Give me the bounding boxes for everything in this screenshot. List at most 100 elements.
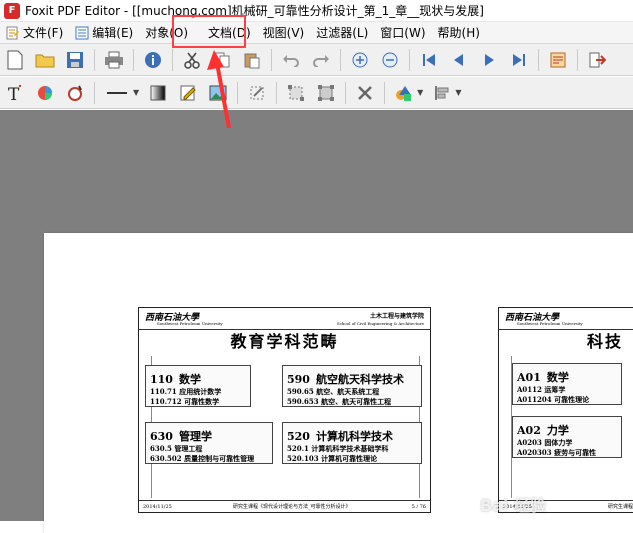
category-line: 590.65 航空、航天系统工程 xyxy=(287,387,380,396)
separator xyxy=(409,48,410,71)
category-line: 630.5 管理工程 xyxy=(150,444,203,453)
redo-icon xyxy=(313,54,329,67)
footer-text: 研究生课程 xyxy=(607,504,633,510)
window-title: Foxit PDF Editor - [[muchong.com]机械研_可靠性… xyxy=(25,4,484,18)
menu-window[interactable]: 窗口(W) xyxy=(374,23,431,43)
svg-text:T: T xyxy=(8,85,20,103)
separator xyxy=(172,48,173,71)
group-button[interactable] xyxy=(284,81,308,105)
save-button[interactable] xyxy=(63,48,87,72)
edit-object-icon xyxy=(180,85,196,100)
ungroup-icon xyxy=(318,84,335,101)
menu-help[interactable]: 帮助(H) xyxy=(432,23,486,43)
line-icon xyxy=(107,91,127,94)
separator xyxy=(577,48,578,71)
category-line: A011204 可靠性理论 xyxy=(517,395,590,404)
category-name: 力学 xyxy=(546,424,569,437)
first-page-icon xyxy=(423,53,435,66)
copy-button[interactable] xyxy=(210,48,234,72)
category-name: 管理学 xyxy=(178,430,212,443)
delete-icon xyxy=(358,85,373,100)
info-button[interactable] xyxy=(141,48,165,72)
category-box: 520 计算机科学技术 520.1 计算机科学技术基础学科 520.103 计算机… xyxy=(282,422,422,464)
separator xyxy=(340,48,341,71)
prev-page-button[interactable] xyxy=(447,48,471,72)
align-button[interactable] xyxy=(430,81,454,105)
slide-thumbnail[interactable]: 西南石油大學 Southwest Petroleum University 土木… xyxy=(138,307,431,513)
category-line: 590.653 航空、航天可靠性工程 xyxy=(287,397,392,406)
undo-button[interactable] xyxy=(279,48,303,72)
save-icon xyxy=(67,51,83,68)
next-page-button[interactable] xyxy=(477,48,501,72)
university-english-name: Southwest Petroleum University xyxy=(157,321,223,326)
menu-filter-label: 过滤器(L) xyxy=(316,26,369,40)
separator xyxy=(94,81,95,104)
shapes-button[interactable] xyxy=(392,81,416,105)
document-properties-icon xyxy=(550,52,566,67)
zoom-in-icon xyxy=(352,52,368,67)
dropdown-arrow-icon[interactable]: ▼ xyxy=(417,88,423,97)
edit-object-button[interactable] xyxy=(176,81,200,105)
separator xyxy=(94,48,95,71)
gradient-button[interactable] xyxy=(146,81,170,105)
slide-thumbnail[interactable]: 西南石油大學 Southwest Petroleum University 科技… xyxy=(498,307,633,513)
new-button[interactable] xyxy=(3,48,27,72)
fill-color-button[interactable] xyxy=(63,81,87,105)
text-tool-icon: T xyxy=(8,84,21,103)
delete-object-button[interactable] xyxy=(353,81,377,105)
paste-button[interactable] xyxy=(240,48,264,72)
zoom-out-icon xyxy=(382,52,398,67)
category-line: 630.502 质量控制与可靠性管理 xyxy=(150,454,255,463)
menu-file[interactable]: 文件(F) xyxy=(0,23,69,43)
line-style-button[interactable] xyxy=(102,81,132,105)
slide-footer: 2014/11/25 研究生课程《现代设计理论与方法_可靠性分析设计》 5 / … xyxy=(139,500,430,512)
category-box: A02 力学 A0203 固体力学 A020303 疲劳与可靠性 xyxy=(512,416,622,458)
menu-edit[interactable]: 编辑(E) xyxy=(69,23,139,43)
category-line: A020303 疲劳与可靠性 xyxy=(517,448,597,457)
category-line: A0112 运筹学 xyxy=(517,385,566,394)
menu-edit-label: 编辑(E) xyxy=(92,26,134,40)
crop-button[interactable] xyxy=(245,81,269,105)
dropdown-arrow-icon[interactable]: ▼ xyxy=(455,88,461,97)
slide-title: 科技 xyxy=(587,332,624,351)
zoom-out-button[interactable] xyxy=(378,48,402,72)
separator xyxy=(276,81,278,104)
first-page-button[interactable] xyxy=(417,48,441,72)
dropdown-arrow-icon[interactable]: ▼ xyxy=(133,88,139,97)
object-toolbar: T ▼ ▼ ▼ xyxy=(0,77,633,109)
file-icon xyxy=(6,26,19,39)
zoom-in-button[interactable] xyxy=(348,48,372,72)
foxit-app-icon: F xyxy=(4,2,20,19)
category-line: 110.71 应用统计数学 xyxy=(150,387,222,396)
properties-button[interactable] xyxy=(546,48,570,72)
menu-filter[interactable]: 过滤器(L) xyxy=(310,23,374,43)
color-wheel-icon xyxy=(38,85,52,100)
printer-icon xyxy=(105,51,123,68)
open-button[interactable] xyxy=(33,48,57,72)
color-button[interactable] xyxy=(33,81,57,105)
cut-button[interactable] xyxy=(180,48,204,72)
last-page-icon xyxy=(513,53,525,66)
category-code: A01 xyxy=(517,371,541,384)
menu-file-label: 文件(F) xyxy=(23,26,64,40)
category-name: 数学 xyxy=(546,371,569,384)
slide-header: 西南石油大學 Southwest Petroleum University 土木… xyxy=(139,308,430,330)
text-tool-button[interactable]: T xyxy=(3,81,27,105)
prev-page-icon xyxy=(454,53,463,66)
category-name: 数学 xyxy=(178,373,201,386)
menu-view-label: 视图(V) xyxy=(262,26,305,40)
slide-header: 西南石油大學 Southwest Petroleum University xyxy=(499,308,633,330)
last-page-button[interactable] xyxy=(507,48,531,72)
menu-view[interactable]: 视图(V) xyxy=(257,23,311,43)
category-code: 590 xyxy=(287,373,310,386)
align-icon xyxy=(435,85,449,100)
exit-button[interactable] xyxy=(585,48,609,72)
print-button[interactable] xyxy=(102,48,126,72)
school-english-name: School of Civil Engineering & Architectu… xyxy=(336,321,424,326)
ungroup-button[interactable] xyxy=(314,81,338,105)
crop-icon xyxy=(250,86,264,99)
image-button[interactable] xyxy=(206,81,230,105)
school-name: 土木工程与建筑学院 xyxy=(369,313,424,320)
redo-button[interactable] xyxy=(309,48,333,72)
separator xyxy=(345,81,347,104)
